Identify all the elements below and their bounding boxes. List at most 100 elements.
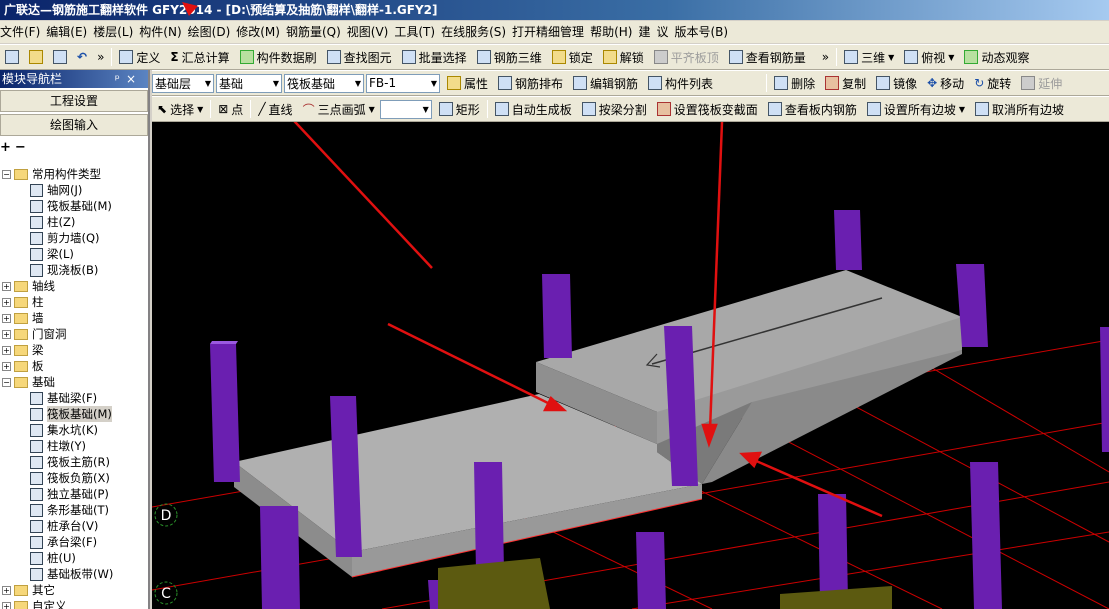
menu-item[interactable]: 建 — [638, 21, 656, 43]
tree-group-foundation[interactable]: − 基础 — [0, 374, 148, 390]
tree-item[interactable]: 柱(Z) — [0, 214, 148, 230]
column[interactable] — [542, 274, 572, 358]
expand-icon[interactable]: + — [2, 585, 11, 595]
line-tool-button[interactable]: ╱ 直线 — [253, 98, 297, 120]
tree-group[interactable]: + 轴线 — [0, 278, 148, 294]
tree-group[interactable]: + 板 — [0, 358, 148, 374]
arc-option-select[interactable]: ▼ — [379, 99, 432, 119]
expand-icon[interactable]: + — [2, 313, 11, 323]
menu-item[interactable]: 编辑(E) — [46, 21, 93, 43]
menu-item[interactable]: 打开精细管理 — [512, 21, 590, 43]
menu-item[interactable]: 议 — [656, 21, 674, 43]
view-rebar-button[interactable]: 查看钢筋量 — [724, 46, 811, 68]
tree-item[interactable]: 基础板带(W) — [0, 566, 148, 582]
tree-group[interactable]: + 自定义 — [0, 598, 148, 609]
tree-item[interactable]: 桩承台(V) — [0, 518, 148, 534]
tree-item[interactable]: 轴网(J) — [0, 182, 148, 198]
toolbar-overflow-button[interactable]: » — [92, 46, 109, 68]
menu-item[interactable]: 版本号(B) — [674, 21, 734, 43]
rebar-3d-button[interactable]: 钢筋三维 — [472, 46, 547, 68]
menu-item[interactable]: 楼层(L) — [93, 21, 139, 43]
tree-item[interactable]: 承台梁(F) — [0, 534, 148, 550]
expand-icon[interactable]: + — [2, 329, 11, 339]
edit-rebar-button[interactable]: 编辑钢筋 — [568, 72, 643, 94]
sum-calc-button[interactable]: Σ 汇总计算 — [165, 46, 234, 68]
refresh-data-button[interactable]: 构件数据刷 — [235, 46, 322, 68]
define-button[interactable]: 定义 — [114, 46, 165, 68]
view-mode-dropdown[interactable]: 三维 ▼ — [839, 46, 899, 68]
pin-icon[interactable]: ᵖ — [115, 72, 126, 86]
attribute-button[interactable]: 属性 — [442, 72, 493, 94]
tree-group[interactable]: + 其它 — [0, 582, 148, 598]
column[interactable] — [636, 532, 666, 609]
open-file-button[interactable] — [24, 46, 48, 68]
drawing-input-button[interactable]: 绘图输入 — [0, 114, 148, 136]
tree-group[interactable]: + 墙 — [0, 310, 148, 326]
menu-item[interactable]: 工具(T) — [394, 21, 441, 43]
tree-group-common[interactable]: − 常用构件类型 — [0, 166, 148, 182]
auto-generate-button[interactable]: 自动生成板 — [490, 98, 577, 120]
menu-item[interactable]: 视图(V) — [347, 21, 395, 43]
tree-item[interactable]: 剪力墙(Q) — [0, 230, 148, 246]
tree-item[interactable]: 基础梁(F) — [0, 390, 148, 406]
undo-button[interactable]: ↶ — [72, 46, 92, 68]
tree-group[interactable]: + 梁 — [0, 342, 148, 358]
tree-item[interactable]: 梁(L) — [0, 246, 148, 262]
menu-item[interactable]: 钢筋量(Q) — [286, 21, 347, 43]
select-tool-button[interactable]: ⬉ 选择 ▼ — [152, 98, 208, 120]
batch-select-button[interactable]: 批量选择 — [397, 46, 472, 68]
copy-button[interactable]: 复制 — [820, 72, 871, 94]
set-all-slope-button[interactable]: 设置所有边坡 ▼ — [862, 98, 970, 120]
tree-item[interactable]: 筏板基础(M) — [0, 406, 148, 422]
expand-all-icon[interactable]: + — [0, 140, 11, 155]
tree-item[interactable]: 现浇板(B) — [0, 262, 148, 278]
flush-top-button[interactable]: 平齐板顶 — [649, 46, 724, 68]
new-file-button[interactable] — [0, 46, 24, 68]
menu-item[interactable]: 文件(F) — [0, 21, 46, 43]
toolbar-overflow-button-2[interactable]: » — [817, 46, 834, 68]
tree-item[interactable]: 柱墩(Y) — [0, 438, 148, 454]
column[interactable] — [474, 462, 504, 572]
tree-item[interactable]: 桩(U) — [0, 550, 148, 566]
set-section-change-button[interactable]: 设置筏板变截面 — [652, 98, 763, 120]
tree-item[interactable]: 筏板负筋(X) — [0, 470, 148, 486]
element-list-button[interactable]: 构件列表 — [643, 72, 718, 94]
layer-select[interactable]: 基础层 ▼ — [152, 73, 214, 93]
tree-group[interactable]: + 门窗洞 — [0, 326, 148, 342]
view-inner-rebar-button[interactable]: 查看板内钢筋 — [763, 98, 862, 120]
expand-icon[interactable]: + — [2, 601, 11, 609]
column[interactable] — [1100, 327, 1109, 452]
column[interactable] — [210, 341, 240, 482]
cancel-all-slope-button[interactable]: 取消所有边坡 — [970, 98, 1069, 120]
point-tool-button[interactable]: ⊠ 点 — [213, 98, 248, 120]
menu-item[interactable]: 在线服务(S) — [441, 21, 512, 43]
collapse-icon[interactable]: − — [2, 169, 11, 179]
type-select[interactable]: 筏板基础 ▼ — [284, 73, 364, 93]
column[interactable] — [260, 506, 300, 609]
rotate-button[interactable]: ↻ 旋转 — [969, 72, 1016, 94]
find-element-button[interactable]: 查找图元 — [322, 46, 397, 68]
dynamic-observe-button[interactable]: 动态观察 — [959, 46, 1034, 68]
save-button[interactable] — [48, 46, 72, 68]
expand-icon[interactable]: + — [2, 345, 11, 355]
pile-cap[interactable] — [438, 558, 550, 609]
move-button[interactable]: ✥ 移动 — [922, 72, 969, 94]
tree-item[interactable]: 条形基础(T) — [0, 502, 148, 518]
menu-item[interactable]: 帮助(H) — [590, 21, 638, 43]
extend-button[interactable]: 延伸 — [1016, 72, 1067, 94]
expand-icon[interactable]: + — [2, 281, 11, 291]
column[interactable] — [970, 462, 1002, 609]
project-settings-button[interactable]: 工程设置 — [0, 90, 148, 112]
unlock-button[interactable]: 解锁 — [598, 46, 649, 68]
category-select[interactable]: 基础 ▼ — [216, 73, 282, 93]
3d-viewport[interactable]: D C — [152, 122, 1109, 609]
tree-item[interactable]: 独立基础(P) — [0, 486, 148, 502]
arc-tool-button[interactable]: ⌒ 三点画弧 ▼ — [298, 98, 380, 120]
tree-item[interactable]: 集水坑(K) — [0, 422, 148, 438]
view-direction-dropdown[interactable]: 俯视 ▼ — [899, 46, 959, 68]
collapse-all-icon[interactable]: − — [15, 140, 26, 155]
column[interactable] — [834, 210, 862, 270]
rect-tool-button[interactable]: 矩形 — [434, 98, 485, 120]
expand-icon[interactable]: + — [2, 297, 11, 307]
tree-item[interactable]: 筏板主筋(R) — [0, 454, 148, 470]
